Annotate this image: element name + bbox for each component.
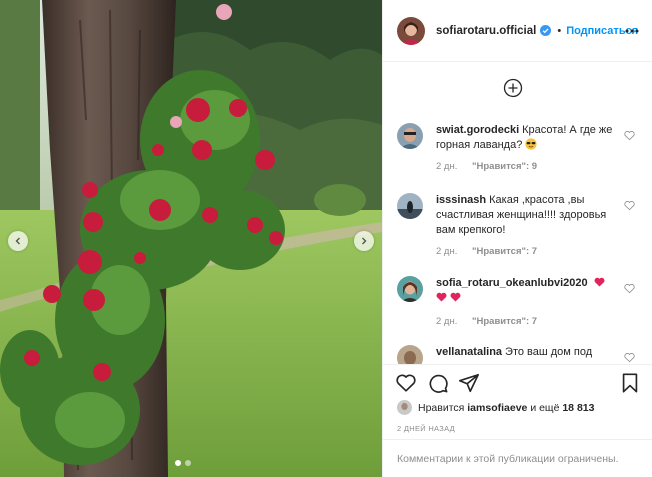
profile-photo-icon <box>397 16 425 45</box>
user-avatar-icon <box>397 123 423 149</box>
likes-summary[interactable]: Нравится iamsofiaeve и ещё 18 813 <box>397 400 594 415</box>
comment-username[interactable]: swiat.gorodecki <box>436 124 519 136</box>
comment-meta: 2 дн. "Нравится": 9 <box>436 161 537 172</box>
avatar[interactable] <box>397 345 423 364</box>
post-photo[interactable] <box>0 0 382 477</box>
heart-icon[interactable] <box>624 130 635 141</box>
likes-middle: и ещё <box>530 401 560 414</box>
user-avatar-icon <box>397 400 412 415</box>
list-item: sofia_rotaru_okeanlubvi2020 2 дн. "Нрави… <box>397 276 643 336</box>
comment-text: vellanatalina Это ваш дом под <box>436 345 614 360</box>
avatar[interactable] <box>397 123 423 149</box>
separator-dot: • <box>557 24 562 37</box>
post-timestamp[interactable]: 2 дней назад <box>397 424 455 433</box>
comment-username[interactable]: vellanatalina <box>436 346 502 358</box>
avatar[interactable] <box>397 193 423 219</box>
post-actions: Нравится iamsofiaeve и ещё 18 813 2 дней… <box>383 364 652 439</box>
comment-likes-link[interactable]: "Нравится": 7 <box>472 246 537 257</box>
heart-icon[interactable] <box>624 352 635 363</box>
carousel-indicator <box>175 460 191 466</box>
comment-content: Это ваш дом под <box>505 346 593 358</box>
chevron-right-icon <box>362 237 367 245</box>
comment-meta: 2 дн. "Нравится": 7 <box>436 316 537 327</box>
list-item: isssinash Какая ,красота ,вы счастливая ж… <box>397 193 643 269</box>
carousel-dot <box>185 460 191 466</box>
plus-circle-icon[interactable] <box>503 78 523 98</box>
comment-likes-link[interactable]: "Нравится": 7 <box>472 316 537 327</box>
heart-icon[interactable] <box>624 283 635 294</box>
sunglasses-emoji-icon <box>525 138 537 150</box>
red-heart-emoji-icon <box>450 292 461 302</box>
more-dots-icon <box>625 29 639 33</box>
carousel-next-button[interactable] <box>354 231 374 251</box>
avatar[interactable] <box>397 276 423 302</box>
red-heart-emoji-icon <box>436 292 447 302</box>
share-icon[interactable] <box>458 372 480 394</box>
red-heart-emoji-icon <box>594 277 605 287</box>
heart-icon[interactable] <box>624 200 635 211</box>
list-item: vellanatalina Это ваш дом под <box>397 345 643 364</box>
comment-likes-link[interactable]: "Нравится": 9 <box>472 161 537 172</box>
avatar <box>397 400 412 415</box>
likes-prefix: Нравится <box>418 401 465 414</box>
user-avatar-icon <box>397 345 423 364</box>
photo-image <box>0 0 382 477</box>
bookmark-icon[interactable] <box>619 372 641 394</box>
comment-meta: 2 дн. "Нравится": 7 <box>436 246 537 257</box>
likes-count[interactable]: 18 813 <box>562 402 594 414</box>
user-avatar-icon <box>397 193 423 219</box>
comment-time: 2 дн. <box>436 246 458 257</box>
carousel-prev-button[interactable] <box>8 231 28 251</box>
carousel-dot <box>175 460 181 466</box>
comments-disabled-notice: Комментарии к этой публикации ограничены… <box>383 439 652 477</box>
post-header: sofiarotaru.official • Подписаться <box>383 0 652 62</box>
post-side-panel: sofiarotaru.official • Подписаться swiat… <box>382 0 652 477</box>
comment-icon[interactable] <box>427 372 449 394</box>
list-item: swiat.gorodecki Красота! А где же горная … <box>397 123 643 183</box>
comment-time: 2 дн. <box>436 316 458 327</box>
user-avatar-icon <box>397 276 423 302</box>
more-options-button[interactable] <box>625 24 639 38</box>
likes-user[interactable]: iamsofiaeve <box>467 402 527 414</box>
avatar[interactable] <box>397 16 425 45</box>
comment-text: swiat.gorodecki Красота! А где же горная … <box>436 123 614 153</box>
post-username[interactable]: sofiarotaru.official <box>436 25 536 37</box>
verified-badge-icon <box>540 25 552 36</box>
chevron-left-icon <box>15 237 20 245</box>
comment-username[interactable]: sofia_rotaru_okeanlubvi2020 <box>436 277 588 289</box>
heart-icon[interactable] <box>395 372 417 394</box>
comment-username[interactable]: isssinash <box>436 194 486 206</box>
comment-text: isssinash Какая ,красота ,вы счастливая ж… <box>436 193 614 238</box>
comment-text: sofia_rotaru_okeanlubvi2020 <box>436 276 614 306</box>
comment-time: 2 дн. <box>436 161 458 172</box>
comments-list: swiat.gorodecki Красота! А где же горная … <box>383 62 652 364</box>
